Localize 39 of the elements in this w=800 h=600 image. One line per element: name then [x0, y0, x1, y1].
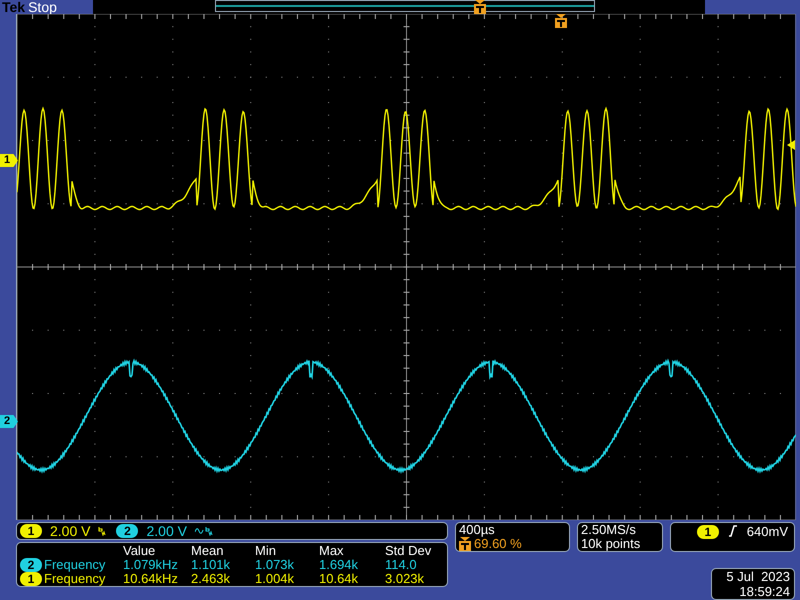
acquisition-status: Stop	[28, 0, 57, 14]
column-header: Min	[255, 544, 277, 558]
date-label: 5 Jul 2023	[726, 569, 790, 584]
channel-marker[interactable]: 1	[0, 154, 18, 167]
measurement-value: 10.64k	[319, 572, 360, 586]
column-header: Value	[123, 544, 156, 558]
bandwidth-limit-icon	[98, 526, 106, 536]
bandwidth-limit-icon	[194, 526, 213, 536]
measurement-name: Frequency	[44, 572, 106, 586]
brand-label: Tek	[2, 0, 26, 14]
measurement-value: 114.0	[385, 558, 418, 572]
channel-badge: 1	[696, 525, 719, 539]
measurement-value: 3.023k	[385, 572, 426, 586]
vertical-scale: 2.00 V	[146, 524, 187, 538]
channel-badge: 1	[20, 524, 42, 538]
measurement-value: 1.004k	[255, 572, 296, 586]
column-header: Mean	[191, 544, 225, 558]
measurement-value: 1.073k	[255, 558, 296, 572]
channel-marker[interactable]: 2	[0, 415, 18, 428]
record-length: 10k points	[581, 537, 642, 551]
measurement-value: 1.101k	[191, 558, 232, 572]
horizontal-scale: 400µs	[459, 523, 496, 537]
measurement-value: 1.694k	[319, 558, 360, 572]
trigger-level-arrow-icon	[787, 140, 795, 150]
measurement-name: Frequency	[44, 558, 106, 572]
sample-rate: 2.50MS/s	[581, 523, 637, 537]
channel-badge: 1	[20, 572, 42, 586]
rising-edge-icon	[728, 525, 737, 537]
measurement-value: 2.463k	[191, 572, 232, 586]
time-label: 18:59:24	[739, 584, 790, 599]
channel-badge: 2	[20, 558, 42, 572]
trigger-level: 640mV	[746, 525, 788, 539]
trigger-position: 69.60 %	[474, 537, 522, 551]
column-header: Max	[319, 544, 345, 558]
measurement-value: 10.64kHz	[123, 572, 179, 586]
measurement-value: 1.079kHz	[123, 558, 179, 572]
column-header: Std Dev	[385, 544, 432, 558]
vertical-scale: 2.00 V	[50, 524, 90, 538]
channel-badge: 2	[116, 524, 138, 538]
